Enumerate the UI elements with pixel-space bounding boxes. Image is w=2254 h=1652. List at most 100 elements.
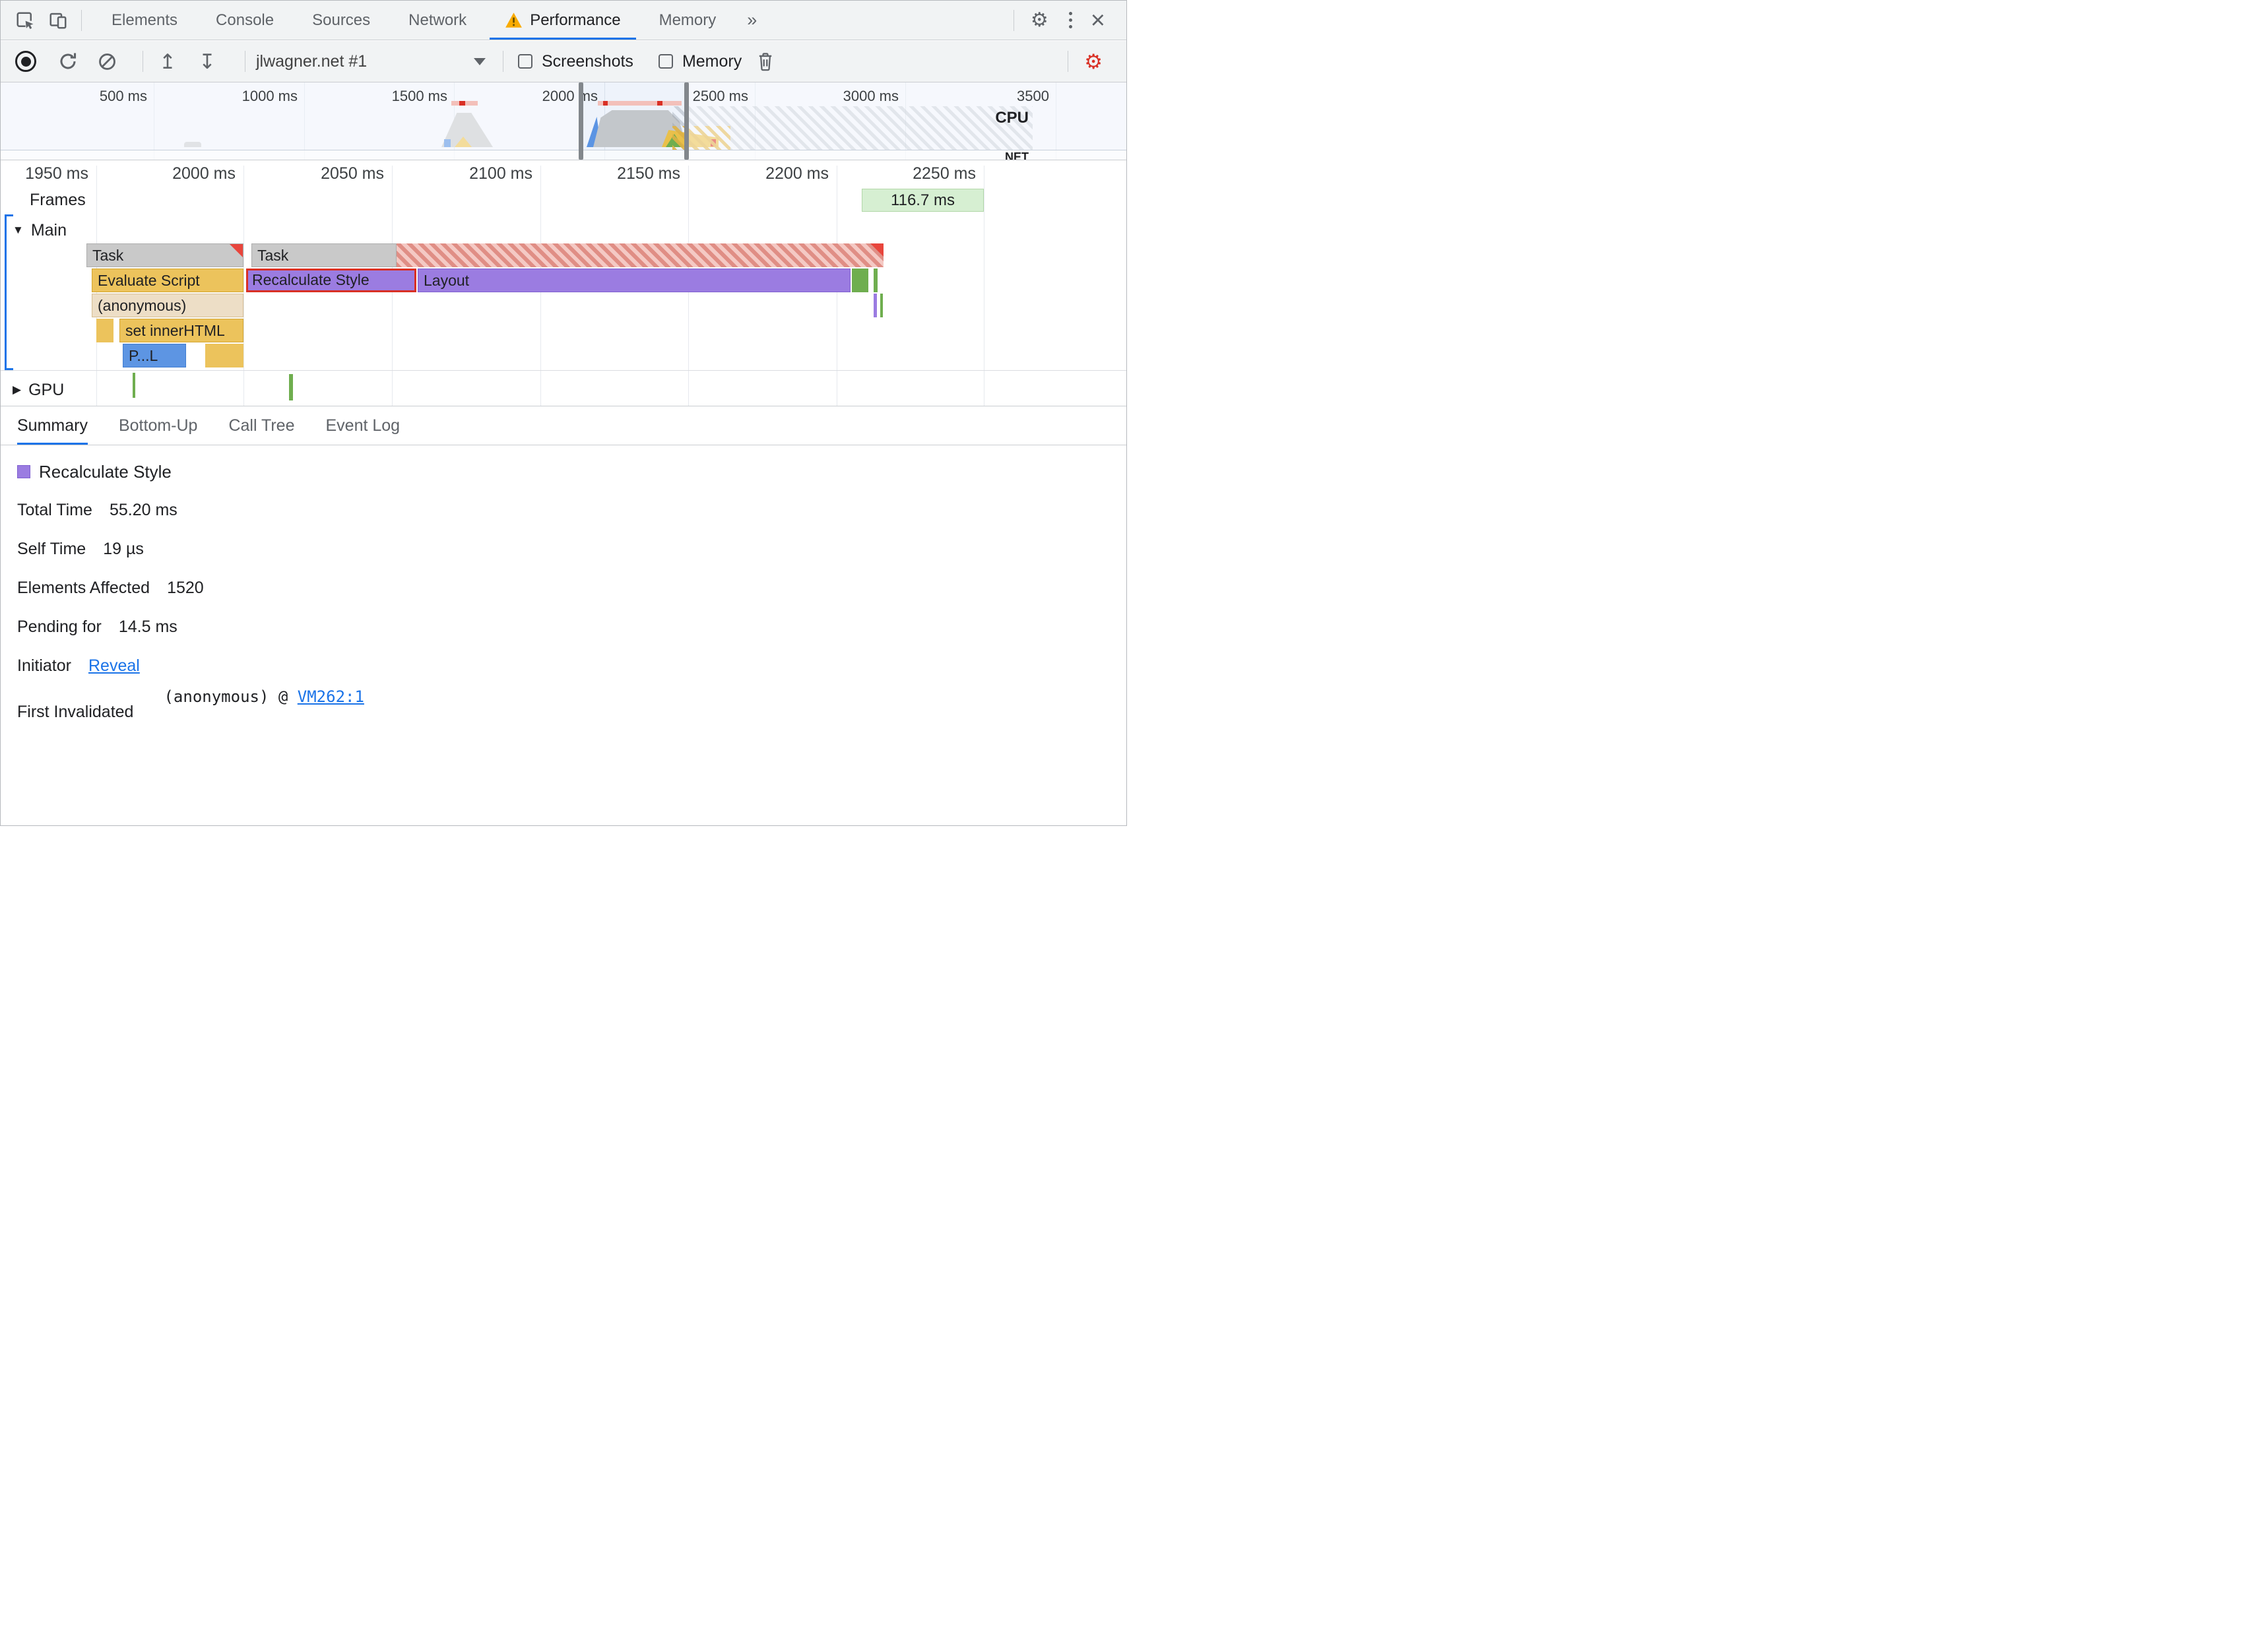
tab-network[interactable]: Network bbox=[389, 1, 486, 40]
warning-icon bbox=[505, 12, 523, 28]
close-icon[interactable]: × bbox=[1091, 8, 1105, 33]
reveal-link[interactable]: Reveal bbox=[88, 656, 140, 676]
flame-bar-set-innerhtml[interactable]: set innerHTML bbox=[119, 319, 243, 342]
timeline-ruler: 1950 ms 2000 ms 2050 ms 2100 ms 2150 ms … bbox=[1, 160, 1126, 187]
gpu-activity-mark bbox=[289, 374, 293, 400]
flame-bar-label: Evaluate Script bbox=[98, 272, 200, 289]
more-options-icon[interactable] bbox=[1068, 12, 1072, 28]
flame-bar-task[interactable]: Task bbox=[251, 243, 884, 267]
tab-label: Call Tree bbox=[228, 416, 295, 435]
flame-bar-recalculate-style[interactable]: Recalculate Style bbox=[246, 269, 416, 292]
memory-toggle[interactable]: Memory bbox=[658, 51, 742, 71]
flame-bar-layout[interactable]: Layout bbox=[418, 269, 851, 292]
main-track-header[interactable]: ▼ Main bbox=[13, 218, 67, 242]
flame-bar[interactable] bbox=[874, 294, 877, 317]
screenshots-label: Screenshots bbox=[541, 51, 633, 71]
summary-label: Initiator bbox=[17, 656, 71, 675]
tab-call-tree[interactable]: Call Tree bbox=[228, 406, 294, 445]
source-location-link[interactable]: VM262:1 bbox=[298, 687, 364, 706]
tab-summary[interactable]: Summary bbox=[17, 406, 88, 445]
trash-icon[interactable] bbox=[756, 51, 775, 71]
expand-triangle-icon: ▶ bbox=[13, 383, 22, 396]
stack-trace: (anonymous) @ VM262:1 bbox=[164, 687, 364, 706]
tab-label: Sources bbox=[312, 11, 371, 29]
tab-elements[interactable]: Elements bbox=[92, 1, 197, 40]
tab-label: Bottom-Up bbox=[118, 416, 198, 435]
summary-panel: Recalculate Style Total Time 55.20 ms Se… bbox=[1, 446, 1126, 825]
flame-bar-label: (anonymous) bbox=[98, 297, 187, 314]
overview-tick: 3000 ms bbox=[843, 88, 899, 104]
tab-label: Performance bbox=[530, 11, 621, 29]
cpu-track-label: CPU bbox=[995, 109, 1029, 127]
memory-label: Memory bbox=[682, 51, 742, 71]
memory-checkbox[interactable] bbox=[658, 54, 673, 69]
gpu-activity-mark bbox=[133, 373, 135, 398]
net-track: NET bbox=[1, 150, 1126, 160]
ruler-tick: 2150 ms bbox=[617, 164, 680, 183]
summary-label: Pending for bbox=[17, 617, 102, 636]
screenshots-checkbox[interactable] bbox=[517, 54, 532, 69]
device-toolbar-icon[interactable] bbox=[46, 8, 71, 33]
flame-bar-label: Layout bbox=[424, 272, 470, 289]
screenshots-toggle[interactable]: Screenshots bbox=[517, 51, 633, 71]
ruler-tick: 1950 ms bbox=[25, 164, 88, 183]
profile-select-value: jlwagner.net #1 bbox=[255, 51, 368, 71]
ruler-tick: 2200 ms bbox=[765, 164, 829, 183]
gpu-track-header[interactable]: ▶ GPU bbox=[13, 378, 64, 402]
summary-label: Elements Affected bbox=[17, 578, 150, 597]
record-button[interactable] bbox=[15, 51, 36, 72]
summary-title-row: Recalculate Style bbox=[17, 461, 1126, 483]
tab-memory[interactable]: Memory bbox=[640, 1, 736, 40]
window-handle-left[interactable] bbox=[579, 82, 583, 160]
chevron-down-icon bbox=[473, 57, 486, 65]
summary-value: 55.20 ms bbox=[109, 500, 177, 519]
overview-tick: 2500 ms bbox=[692, 88, 748, 104]
summary-row: Pending for 14.5 ms bbox=[17, 616, 1126, 638]
inspect-element-icon[interactable] bbox=[13, 8, 38, 33]
tab-sources[interactable]: Sources bbox=[293, 1, 389, 40]
tab-console[interactable]: Console bbox=[197, 1, 293, 40]
flame-bar[interactable] bbox=[852, 269, 868, 292]
ruler-tick: 2050 ms bbox=[321, 164, 384, 183]
settings-gear-icon[interactable]: ⚙ bbox=[1031, 10, 1048, 30]
tab-label: Event Log bbox=[325, 416, 401, 435]
window-handle-right[interactable] bbox=[684, 82, 689, 160]
divider bbox=[1, 370, 1126, 371]
timeline-overview[interactable]: 500 ms 1000 ms 1500 ms 2000 ms 2500 ms 3… bbox=[1, 82, 1126, 160]
flame-bar-label: P...L bbox=[129, 347, 158, 364]
summary-row-first-invalidated: First Invalidated (anonymous) @ VM262:1 bbox=[17, 687, 1126, 723]
flame-bar-label: Task bbox=[257, 247, 289, 264]
flame-bar-evaluate-script[interactable]: Evaluate Script bbox=[92, 269, 243, 292]
tab-performance[interactable]: Performance bbox=[486, 1, 639, 40]
flame-bar-task[interactable]: Task bbox=[86, 243, 243, 267]
summary-value: 19 µs bbox=[103, 539, 144, 558]
save-profile-icon[interactable]: ↧ bbox=[199, 51, 216, 72]
long-task-indicator bbox=[451, 101, 478, 106]
frame-duration-box[interactable]: 116.7 ms bbox=[862, 189, 984, 212]
flame-bar[interactable] bbox=[96, 319, 113, 342]
flame-bar[interactable] bbox=[874, 269, 878, 292]
tab-bottom-up[interactable]: Bottom-Up bbox=[119, 406, 197, 445]
profile-select[interactable]: jlwagner.net #1 bbox=[252, 52, 490, 71]
flame-bar-anonymous[interactable]: (anonymous) bbox=[92, 294, 243, 317]
flame-bar[interactable] bbox=[205, 344, 243, 367]
tab-label: Elements bbox=[112, 11, 178, 29]
frames-track: Frames 116.7 ms bbox=[1, 187, 1126, 213]
flame-bar-label: Recalculate Style bbox=[252, 271, 370, 288]
rendering-color-swatch bbox=[17, 465, 30, 478]
chevron-right-icon: » bbox=[747, 10, 757, 30]
overview-tick: 1500 ms bbox=[391, 88, 447, 104]
summary-value: 1520 bbox=[167, 578, 204, 597]
more-tabs-button[interactable]: » bbox=[735, 1, 769, 40]
clear-recording-icon[interactable] bbox=[97, 51, 117, 72]
long-task-stripes bbox=[397, 243, 884, 267]
capture-settings-gear-icon[interactable]: ⚙ bbox=[1084, 51, 1103, 72]
stack-frame-function: (anonymous) @ bbox=[164, 687, 288, 706]
reload-and-record-icon[interactable] bbox=[57, 51, 79, 72]
tab-event-log[interactable]: Event Log bbox=[326, 406, 401, 445]
tab-label: Memory bbox=[659, 11, 717, 29]
flame-bar[interactable] bbox=[880, 294, 883, 317]
main-track-label: Main bbox=[30, 220, 67, 239]
load-profile-icon[interactable]: ↥ bbox=[159, 51, 176, 72]
flame-bar-parse-html[interactable]: P...L bbox=[123, 344, 186, 367]
